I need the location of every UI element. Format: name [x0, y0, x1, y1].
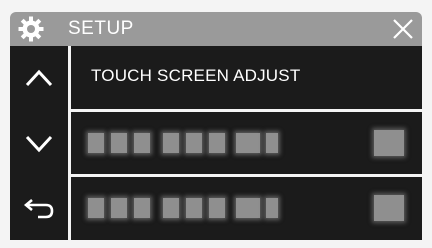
- nav-column: [10, 46, 68, 240]
- scroll-up-button[interactable]: [10, 46, 68, 110]
- close-icon[interactable]: [388, 14, 418, 44]
- gear-icon: [18, 16, 44, 42]
- menu-item-label: TOUCH SCREEN ADJUST: [91, 66, 301, 85]
- menu-item-obscured-2[interactable]: [71, 177, 422, 239]
- page-title: SETUP: [68, 18, 134, 39]
- back-button[interactable]: [10, 176, 68, 240]
- menu-panel: TOUCH SCREEN ADJUST: [10, 46, 422, 240]
- menu-item-obscured-1[interactable]: [71, 112, 422, 174]
- menu-item-touch-screen-adjust[interactable]: TOUCH SCREEN ADJUST: [71, 46, 422, 108]
- setup-screen: SETUP TOUCH SCREEN ADJUST: [0, 0, 432, 248]
- title-bar: SETUP: [10, 12, 422, 46]
- obscured-label: [88, 198, 300, 220]
- obscured-label: [88, 133, 300, 155]
- return-arrow-icon: [23, 199, 54, 219]
- obscured-value: [374, 195, 404, 221]
- scroll-down-button[interactable]: [10, 111, 68, 175]
- obscured-value: [374, 130, 404, 156]
- chevron-down-icon: [25, 135, 53, 153]
- chevron-up-icon: [25, 69, 53, 87]
